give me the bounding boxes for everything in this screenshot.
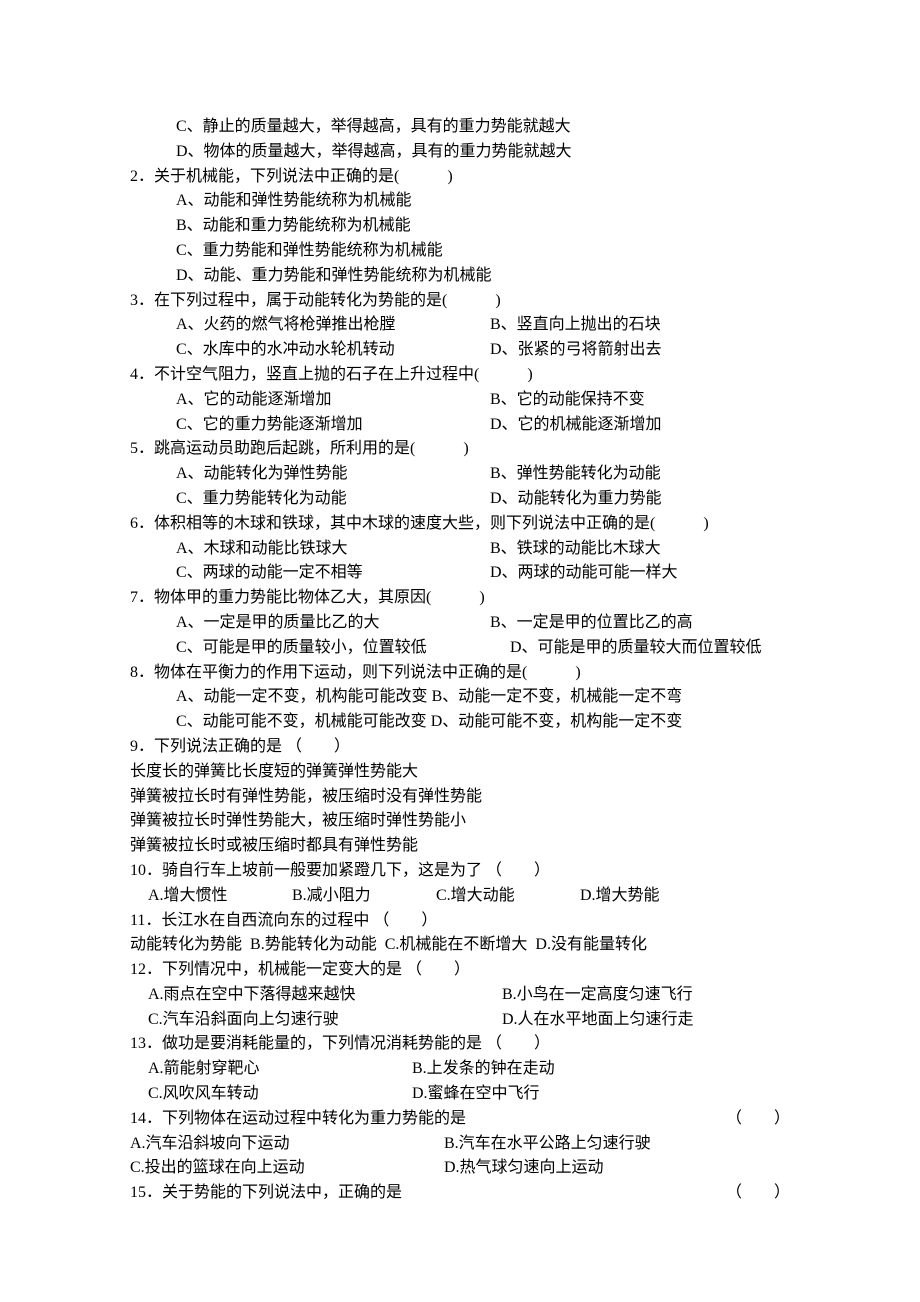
- q15-stem-row: 15．关于势能的下列说法中，正确的是 （ ）: [130, 1181, 790, 1206]
- q14-options-row2: C.投出的篮球在向上运动 D.热气球匀速向上运动: [130, 1156, 790, 1181]
- q14-option-a: A.汽车沿斜坡向下运动: [130, 1132, 440, 1157]
- q7-stem: 7．物体甲的重力势能比物体乙大，其原因( ): [130, 586, 790, 611]
- q11-stem: 11．长江水在自西流向东的过程中 （ ）: [130, 909, 790, 934]
- q7-option-c: C、可能是甲的质量较小，位置较低: [176, 636, 506, 661]
- q8-options-row1: A、动能一定不变，机构能可能改变 B、动能一定不变，机械能一定不弯: [130, 685, 790, 710]
- q7-option-d: D、可能是甲的质量较大而位置较低: [510, 636, 762, 661]
- q14-options-row1: A.汽车沿斜坡向下运动 B.汽车在水平公路上匀速行驶: [130, 1132, 790, 1157]
- q3-options-row1: A、火药的燃气将枪弹推出枪膛 B、竖直向上抛出的石块: [130, 313, 790, 338]
- q3-option-b: B、竖直向上抛出的石块: [490, 313, 661, 338]
- q11-option-b: B.势能转化为动能: [250, 936, 377, 953]
- q7-option-a: A、一定是甲的质量比乙的大: [176, 611, 486, 636]
- q13-option-a: A.箭能射穿靶心: [148, 1057, 408, 1082]
- q10-option-b: B.减小阻力: [292, 884, 432, 909]
- q5-stem: 5．跳高运动员助跑后起跳，所利用的是( ): [130, 437, 790, 462]
- q3-option-d: D、张紧的弓将箭射出去: [490, 338, 662, 363]
- q4-options-row1: A、它的动能逐渐增加 B、它的动能保持不变: [130, 388, 790, 413]
- q5-options-row2: C、重力势能转化为动能 D、动能转化为重力势能: [130, 487, 790, 512]
- q4-option-d: D、它的机械能逐渐增加: [490, 413, 662, 438]
- q3-option-a: A、火药的燃气将枪弹推出枪膛: [176, 313, 486, 338]
- q9-option-c: 弹簧被拉长时弹性势能大，被压缩时弹性势能小: [130, 809, 790, 834]
- q9-option-d: 弹簧被拉长时或被压缩时都具有弹性势能: [130, 834, 790, 859]
- q2-stem: 2．关于机械能，下列说法中正确的是( ): [130, 165, 790, 190]
- q6-option-a: A、木球和动能比铁球大: [176, 537, 486, 562]
- q6-option-d: D、两球的动能可能一样大: [490, 561, 678, 586]
- q5-options-row1: A、动能转化为弹性势能 B、弹性势能转化为动能: [130, 462, 790, 487]
- q9-stem: 9．下列说法正确的是 （ ）: [130, 735, 790, 760]
- q12-option-c: C.汽车沿斜面向上匀速行驶: [148, 1008, 498, 1033]
- q9-option-b: 弹簧被拉长时有弹性势能，被压缩时没有弹性势能: [130, 785, 790, 810]
- q12-options-row2: C.汽车沿斜面向上匀速行驶 D.人在水平地面上匀速行走: [130, 1008, 790, 1033]
- q9-option-a: 长度长的弹簧比长度短的弹簧弹性势能大: [130, 760, 790, 785]
- q12-option-d: D.人在水平地面上匀速行走: [502, 1008, 694, 1033]
- q14-stem-row: 14．下列物体在运动过程中转化为重力势能的是 （ ）: [130, 1107, 790, 1132]
- q11-options: 动能转化为势能 B.势能转化为动能 C.机械能在不断增大 D.没有能量转化: [130, 933, 790, 958]
- q6-options-row2: C、两球的动能一定不相等 D、两球的动能可能一样大: [130, 561, 790, 586]
- q11-option-d: D.没有能量转化: [535, 936, 647, 953]
- q3-option-c: C、水库中的水冲动水轮机转动: [176, 338, 486, 363]
- q5-option-b: B、弹性势能转化为动能: [490, 462, 661, 487]
- q12-option-b: B.小鸟在一定高度匀速飞行: [502, 983, 693, 1008]
- q6-options-row1: A、木球和动能比铁球大 B、铁球的动能比木球大: [130, 537, 790, 562]
- q8-stem: 8．物体在平衡力的作用下运动，则下列说法中正确的是( ): [130, 661, 790, 686]
- q11-option-a: 动能转化为势能: [130, 936, 242, 953]
- q6-option-c: C、两球的动能一定不相等: [176, 561, 486, 586]
- document-page: C、静止的质量越大，举得越高，具有的重力势能就越大 D、物体的质量越大，举得越高…: [0, 0, 920, 1302]
- q13-option-d: D.蜜蜂在空中飞行: [412, 1082, 540, 1107]
- q4-stem: 4．不计空气阻力，竖直上抛的石子在上升过程中( ): [130, 363, 790, 388]
- q4-option-b: B、它的动能保持不变: [490, 388, 645, 413]
- q13-options-row2: C.风吹风车转动 D.蜜蜂在空中飞行: [130, 1082, 790, 1107]
- q7-options-row1: A、一定是甲的质量比乙的大 B、一定是甲的位置比乙的高: [130, 611, 790, 636]
- q7-options-row2: C、可能是甲的质量较小，位置较低 D、可能是甲的质量较大而位置较低: [130, 636, 790, 661]
- q13-option-c: C.风吹风车转动: [148, 1082, 408, 1107]
- q15-stem: 15．关于势能的下列说法中，正确的是: [130, 1181, 726, 1206]
- q2-option-b: B、动能和重力势能统称为机械能: [130, 214, 790, 239]
- q8-option-b: B、动能一定不变，机械能一定不弯: [432, 688, 683, 705]
- q3-options-row2: C、水库中的水冲动水轮机转动 D、张紧的弓将箭射出去: [130, 338, 790, 363]
- q13-options-row1: A.箭能射穿靶心 B.上发条的钟在走动: [130, 1057, 790, 1082]
- q14-option-d: D.热气球匀速向上运动: [444, 1156, 604, 1181]
- q14-paren: （ ）: [726, 1107, 790, 1132]
- q14-option-c: C.投出的篮球在向上运动: [130, 1156, 440, 1181]
- q1-option-d: D、物体的质量越大，举得越高，具有的重力势能就越大: [130, 140, 790, 165]
- q6-option-b: B、铁球的动能比木球大: [490, 537, 661, 562]
- q7-option-b: B、一定是甲的位置比乙的高: [490, 611, 693, 636]
- q15-paren: （ ）: [726, 1181, 790, 1206]
- q4-option-c: C、它的重力势能逐渐增加: [176, 413, 486, 438]
- q13-option-b: B.上发条的钟在走动: [412, 1057, 555, 1082]
- q14-stem: 14．下列物体在运动过程中转化为重力势能的是: [130, 1107, 726, 1132]
- q10-option-a: A.增大惯性: [148, 884, 288, 909]
- q5-option-d: D、动能转化为重力势能: [490, 487, 662, 512]
- q8-option-c: C、动能可能不变，机械能可能改变: [176, 713, 427, 730]
- q2-option-a: A、动能和弹性势能统称为机械能: [130, 189, 790, 214]
- q8-option-a: A、动能一定不变，机构能可能改变: [176, 688, 428, 705]
- q2-option-d: D、动能、重力势能和弹性势能统称为机械能: [130, 264, 790, 289]
- q5-option-a: A、动能转化为弹性势能: [176, 462, 486, 487]
- q2-option-c: C、重力势能和弹性势能统称为机械能: [130, 239, 790, 264]
- q13-stem: 13．做功是要消耗能量的，下列情况消耗势能的是 （ ）: [130, 1032, 790, 1057]
- q4-option-a: A、它的动能逐渐增加: [176, 388, 486, 413]
- q3-stem: 3．在下列过程中，属于动能转化为势能的是( ): [130, 289, 790, 314]
- q5-option-c: C、重力势能转化为动能: [176, 487, 486, 512]
- q4-options-row2: C、它的重力势能逐渐增加 D、它的机械能逐渐增加: [130, 413, 790, 438]
- q12-option-a: A.雨点在空中下落得越来越快: [148, 983, 498, 1008]
- q10-stem: 10．骑自行车上坡前一般要加紧蹬几下，这是为了 （ ）: [130, 859, 790, 884]
- q12-options-row1: A.雨点在空中下落得越来越快 B.小鸟在一定高度匀速飞行: [130, 983, 790, 1008]
- q14-option-b: B.汽车在水平公路上匀速行驶: [444, 1132, 651, 1157]
- q8-options-row2: C、动能可能不变，机械能可能改变 D、动能可能不变，机构能一定不变: [130, 710, 790, 735]
- q6-stem: 6．体积相等的木球和铁球，其中木球的速度大些，则下列说法中正确的是( ): [130, 512, 790, 537]
- q10-option-d: D.增大势能: [580, 884, 660, 909]
- q10-options: A.增大惯性 B.减小阻力 C.增大动能 D.增大势能: [130, 884, 790, 909]
- q1-option-c: C、静止的质量越大，举得越高，具有的重力势能就越大: [130, 115, 790, 140]
- q8-option-d: D、动能可能不变，机构能一定不变: [431, 713, 683, 730]
- q11-option-c: C.机械能在不断增大: [385, 936, 528, 953]
- q10-option-c: C.增大动能: [436, 884, 576, 909]
- q12-stem: 12．下列情况中，机械能一定变大的是 （ ）: [130, 958, 790, 983]
